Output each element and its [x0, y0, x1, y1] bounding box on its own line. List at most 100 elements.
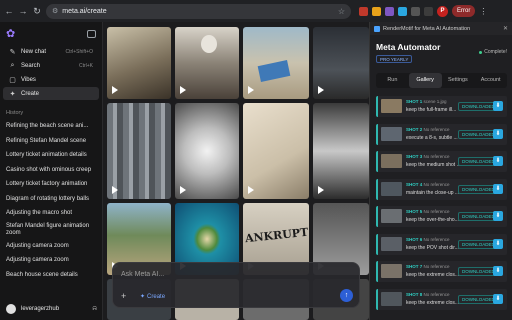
- nav-new-chat[interactable]: ✎ New chat Ctrl+Shift+O: [3, 45, 99, 58]
- extension-icon[interactable]: [385, 6, 394, 16]
- history-item[interactable]: Lottery ticket factory animation: [0, 177, 102, 192]
- extension-tabs: Run Gallery Settings Account: [376, 73, 507, 88]
- address-bar[interactable]: ⚙ meta.ai/create ☆: [46, 3, 351, 19]
- shot-row[interactable]: SHOT 5 No reference keep the over-the-sho…: [376, 206, 507, 227]
- shot-row[interactable]: SHOT 4 No reference maintain the close-up…: [376, 178, 507, 200]
- shot-thumbnail: [381, 236, 402, 251]
- prompt-composer[interactable]: Ask Meta AI... + ✦ Create ↑: [112, 262, 360, 308]
- extension-header-title: RenderMotif for Meta AI Automation: [383, 25, 471, 32]
- gallery-tile[interactable]: [107, 27, 171, 99]
- shortcut: Ctrl+K: [78, 62, 93, 69]
- forward-icon[interactable]: →: [18, 6, 28, 16]
- bookmark-star-icon[interactable]: ☆: [338, 7, 345, 16]
- shot-row[interactable]: SHOT 6 No reference keep the POV shot dir…: [376, 233, 507, 255]
- gallery-tile[interactable]: [313, 27, 369, 99]
- shot-reference: No reference: [423, 126, 450, 132]
- gallery-tile[interactable]: [243, 103, 309, 199]
- tab-run[interactable]: Run: [376, 73, 409, 88]
- history-item[interactable]: Adjusting camera zoom: [0, 253, 102, 268]
- play-icon: [318, 186, 324, 194]
- history-item[interactable]: Adjusting the macro shot: [0, 206, 102, 221]
- shot-thumbnail: [381, 99, 402, 113]
- shot-description: keep the full-frame ill...: [406, 107, 457, 113]
- download-icon[interactable]: ⬇: [493, 183, 503, 194]
- nav-label: New chat: [21, 48, 47, 55]
- extension-icon[interactable]: [398, 6, 407, 16]
- status-text: Complete!: [484, 49, 507, 55]
- create-icon: ✦: [9, 90, 16, 98]
- gallery-tile[interactable]: [107, 103, 171, 199]
- extension-title: Meta Automator: [376, 42, 441, 52]
- nav-search[interactable]: ⌕ Search Ctrl+K: [3, 59, 99, 72]
- shot-description: execute a 8-s, subtle ...: [406, 134, 458, 141]
- menu-icon[interactable]: ⋮: [479, 7, 487, 16]
- history-item[interactable]: Stefan Mandel figure animation zoom: [0, 221, 102, 239]
- shot-row[interactable]: SHOT 1 scene 1.jpg keep the full-frame il…: [376, 96, 507, 117]
- nav-vibes[interactable]: ▢ Vibes: [3, 73, 99, 86]
- screen: ← → ↻ ⚙ meta.ai/create ☆ P Error ⋮ ✿ ✎ N…: [0, 0, 512, 320]
- gallery-tile[interactable]: [243, 27, 309, 99]
- history-item[interactable]: Diagram of rotating lottery balls: [0, 192, 102, 207]
- download-icon[interactable]: ⬇: [493, 211, 503, 221]
- send-button[interactable]: ↑: [340, 289, 353, 302]
- history-item[interactable]: Beach house scene details: [0, 268, 102, 283]
- download-icon[interactable]: ⬇: [493, 101, 503, 111]
- error-label: Error: [457, 8, 471, 14]
- back-icon[interactable]: ←: [4, 6, 14, 16]
- extension-panel-header: RenderMotif for Meta AI Automation ✕: [370, 22, 512, 35]
- download-icon[interactable]: ⬇: [493, 293, 503, 304]
- shot-row[interactable]: SHOT 7 No reference keep the extreme clos…: [376, 261, 507, 282]
- notifications-icon[interactable]: ⍾: [92, 305, 97, 313]
- meta-logo-icon[interactable]: ✿: [6, 28, 18, 40]
- tab-gallery[interactable]: Gallery: [408, 73, 442, 88]
- collapse-sidebar-icon[interactable]: [87, 30, 96, 38]
- play-icon: [248, 86, 254, 94]
- error-button[interactable]: Error: [452, 5, 476, 17]
- prompt-input[interactable]: Ask Meta AI...: [121, 271, 164, 278]
- history-item[interactable]: Adjusting camera zoom: [0, 239, 102, 254]
- history-item[interactable]: Refining Stefan Mandel scene: [0, 134, 102, 149]
- site-info-icon[interactable]: ⚙: [52, 7, 58, 15]
- shot-row[interactable]: SHOT 2 No reference execute a 8-s, subtle…: [376, 123, 507, 145]
- download-icon[interactable]: [424, 6, 433, 16]
- shot-number: SHOT 5: [406, 209, 423, 214]
- gallery-tile[interactable]: [313, 103, 369, 199]
- shot-reference: No reference: [423, 264, 450, 269]
- shortcut: Ctrl+Shift+O: [65, 48, 93, 55]
- create-mode-chip[interactable]: ✦ Create: [135, 291, 170, 302]
- history-heading: History: [6, 110, 24, 116]
- extension-icon[interactable]: [359, 6, 368, 16]
- history-item[interactable]: Refining the beach scene ani...: [0, 119, 102, 134]
- figure-head: [201, 35, 217, 53]
- download-icon[interactable]: ⬇: [493, 266, 503, 276]
- add-attachment-icon[interactable]: +: [121, 291, 126, 301]
- reload-icon[interactable]: ↻: [32, 6, 42, 16]
- user-row[interactable]: leveragerzhub ⍾: [0, 298, 103, 320]
- side-panel-icon[interactable]: [411, 6, 420, 16]
- close-icon[interactable]: ✕: [503, 25, 508, 32]
- shot-row[interactable]: SHOT 3 No reference keep the medium shot …: [376, 151, 507, 172]
- url-text: meta.ai/create: [62, 7, 107, 15]
- nav-create[interactable]: ✦ Create: [3, 87, 99, 100]
- download-icon[interactable]: ⬇: [493, 128, 503, 139]
- shot-thumbnail: [381, 264, 402, 278]
- extension-icon[interactable]: [372, 6, 381, 16]
- history-item[interactable]: Casino shot with ominous creep: [0, 163, 102, 178]
- headline-text: ANKRUPT: [244, 225, 309, 246]
- download-icon[interactable]: ⬇: [493, 156, 503, 166]
- shot-thumbnail: [381, 126, 402, 141]
- sidebar-header: ✿: [0, 22, 102, 44]
- plan-badge: PRO YEARLY: [376, 55, 413, 63]
- gallery-tile[interactable]: [175, 27, 239, 99]
- history-item[interactable]: Lottery ticket animation details: [0, 148, 102, 163]
- gallery-tile[interactable]: [175, 103, 239, 199]
- play-icon: [180, 186, 186, 194]
- user-avatar: [6, 304, 16, 314]
- profile-avatar[interactable]: P: [437, 5, 448, 17]
- shot-number: SHOT 8: [406, 291, 423, 297]
- download-icon[interactable]: ⬇: [493, 238, 503, 249]
- shot-row[interactable]: SHOT 8 No reference keep the extreme clos…: [376, 288, 507, 310]
- shot-label: SHOT 2 No reference: [406, 127, 450, 132]
- tab-settings[interactable]: Settings: [442, 73, 475, 88]
- tab-account[interactable]: Account: [474, 73, 507, 88]
